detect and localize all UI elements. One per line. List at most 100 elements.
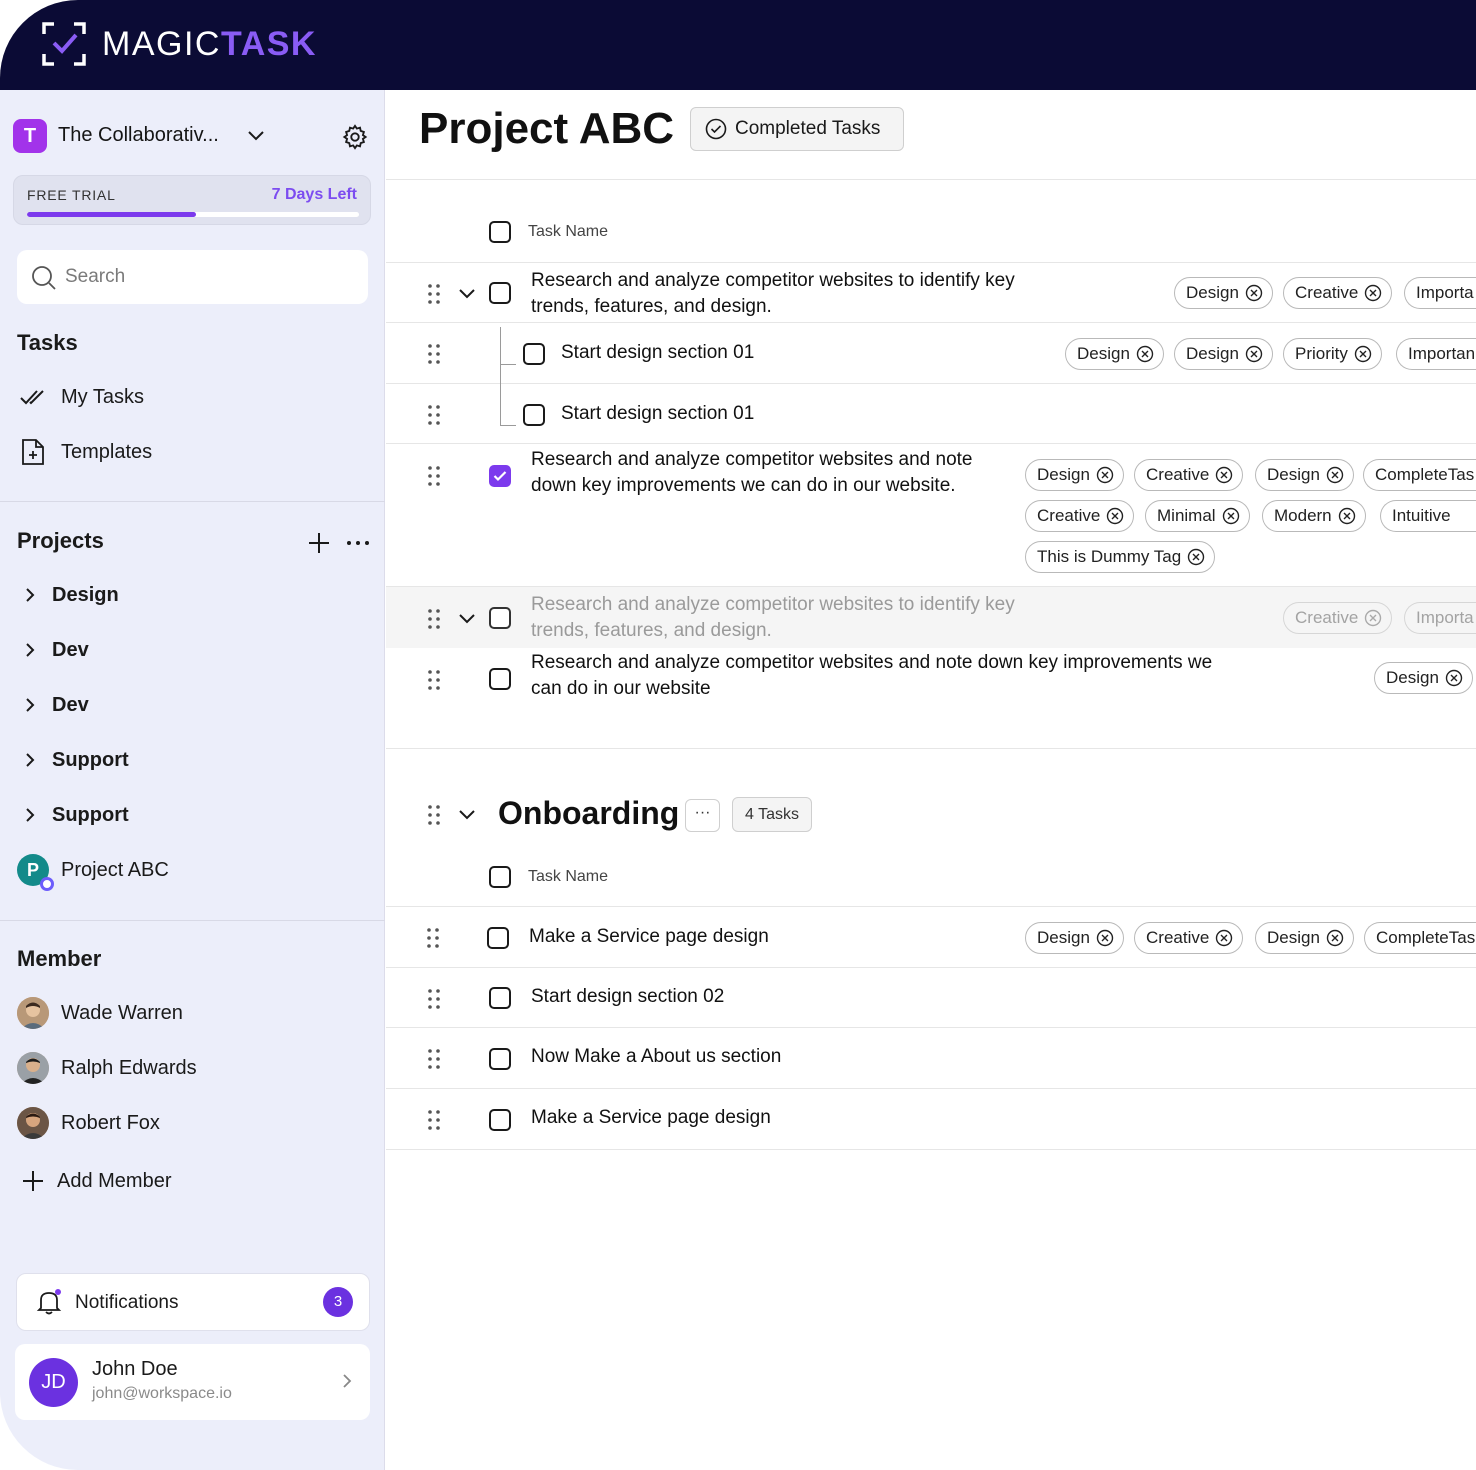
workspace-switcher[interactable]: T The Collaborativ...	[13, 118, 373, 158]
tag[interactable]: Creative	[1134, 922, 1244, 954]
x-circle-icon[interactable]	[1338, 507, 1356, 525]
sidebar-project-dev-2[interactable]: Dev	[17, 688, 89, 722]
x-circle-icon[interactable]	[1215, 466, 1233, 484]
task-checkbox[interactable]	[489, 607, 511, 629]
drag-handle-icon[interactable]	[427, 283, 441, 305]
subtask-row[interactable]: Start design section 01	[386, 384, 1476, 444]
task-title[interactable]: Make a Service page design	[529, 924, 769, 950]
subtask-checkbox[interactable]	[523, 404, 545, 426]
tag[interactable]: Creative	[1025, 500, 1135, 532]
task-title[interactable]: Start design section 02	[531, 984, 724, 1010]
x-circle-icon[interactable]	[1364, 284, 1382, 302]
tag[interactable]: Design	[1255, 459, 1354, 491]
task-checkbox[interactable]	[489, 1048, 511, 1070]
task-checkbox[interactable]	[489, 987, 511, 1009]
more-horizontal-icon[interactable]	[346, 539, 370, 547]
subtask-row[interactable]: Start design section 01 Design Design Pr…	[386, 323, 1476, 384]
task-row-dragging[interactable]: Research and analyze competitor websites…	[386, 587, 1476, 648]
chevron-down-icon[interactable]	[458, 288, 476, 300]
x-circle-icon[interactable]	[1096, 466, 1114, 484]
tag[interactable]: Design	[1025, 922, 1124, 954]
tag[interactable]: Creative	[1283, 277, 1393, 309]
tag[interactable]: Design	[1065, 338, 1164, 370]
tag[interactable]: Design	[1174, 277, 1273, 309]
tag[interactable]: Creative	[1283, 602, 1393, 634]
task-checkbox[interactable]	[489, 282, 511, 304]
user-profile-card[interactable]: JD John Doe john@workspace.io	[15, 1344, 370, 1420]
tag[interactable]: Design	[1174, 338, 1273, 370]
tag[interactable]: CompleteTas	[1363, 459, 1476, 491]
drag-handle-icon[interactable]	[426, 927, 440, 949]
trial-days-left[interactable]: 7 Days Left	[272, 186, 357, 204]
sidebar-project-dev[interactable]: Dev	[17, 633, 89, 667]
x-circle-icon[interactable]	[1106, 507, 1124, 525]
gear-icon[interactable]	[341, 123, 369, 151]
member-item[interactable]: Robert Fox	[17, 1106, 160, 1140]
sidebar-item-my-tasks[interactable]: My Tasks	[17, 380, 144, 414]
tag[interactable]: CompleteTas	[1364, 922, 1476, 954]
sidebar-project-abc[interactable]: P Project ABC	[17, 852, 169, 891]
chevron-down-icon[interactable]	[458, 809, 476, 821]
tag[interactable]: Design	[1025, 459, 1124, 491]
task-checkbox[interactable]	[489, 1109, 511, 1131]
member-item[interactable]: Ralph Edwards	[17, 1051, 197, 1085]
task-title[interactable]: Research and analyze competitor websites…	[531, 592, 1015, 644]
task-title[interactable]: Start design section 01	[561, 340, 754, 366]
drag-handle-icon[interactable]	[427, 669, 441, 691]
task-row[interactable]: Make a Service page design	[386, 1089, 1476, 1150]
tag[interactable]: Importa	[1404, 277, 1476, 309]
notifications-button[interactable]: Notifications 3	[16, 1273, 370, 1331]
chevron-down-icon[interactable]	[246, 126, 266, 146]
drag-handle-icon[interactable]	[427, 1109, 441, 1131]
tag[interactable]: Modern	[1262, 500, 1366, 532]
x-circle-icon[interactable]	[1354, 345, 1372, 363]
drag-handle-icon[interactable]	[427, 608, 441, 630]
tag[interactable]: Design	[1374, 662, 1473, 694]
task-title[interactable]: Now Make a About us section	[531, 1044, 781, 1070]
drag-handle-icon[interactable]	[427, 804, 441, 826]
task-checkbox[interactable]	[489, 668, 511, 690]
x-circle-icon[interactable]	[1326, 466, 1344, 484]
member-item[interactable]: Wade Warren	[17, 996, 183, 1030]
sidebar-project-design[interactable]: Design	[17, 578, 119, 612]
add-member-button[interactable]: Add Member	[17, 1164, 172, 1198]
x-circle-icon[interactable]	[1136, 345, 1154, 363]
drag-handle-icon[interactable]	[427, 1048, 441, 1070]
x-circle-icon[interactable]	[1445, 669, 1463, 687]
sidebar-project-support-2[interactable]: Support	[17, 798, 129, 832]
chevron-down-icon[interactable]	[458, 613, 476, 625]
search-input[interactable]	[65, 262, 355, 292]
task-row[interactable]: Make a Service page design Design Creati…	[386, 907, 1476, 968]
task-checkbox-checked[interactable]	[489, 465, 511, 487]
tag[interactable]: Importa	[1404, 602, 1476, 634]
tag[interactable]: Importan	[1396, 338, 1476, 370]
drag-handle-icon[interactable]	[427, 343, 441, 365]
section-more-button[interactable]: ···	[685, 799, 720, 832]
subtask-checkbox[interactable]	[523, 343, 545, 365]
x-circle-icon[interactable]	[1326, 929, 1344, 947]
x-circle-icon[interactable]	[1222, 507, 1240, 525]
plus-icon[interactable]	[308, 532, 330, 554]
task-title[interactable]: Research and analyze competitor websites…	[531, 268, 1015, 320]
section-title-onboarding[interactable]: Onboarding	[498, 795, 679, 832]
tag[interactable]: Minimal	[1145, 500, 1250, 532]
x-circle-icon[interactable]	[1245, 345, 1263, 363]
task-title[interactable]: Start design section 01	[561, 401, 754, 427]
x-circle-icon[interactable]	[1245, 284, 1263, 302]
x-circle-icon[interactable]	[1187, 548, 1205, 566]
task-title[interactable]: Research and analyze competitor websites…	[531, 650, 1212, 702]
task-row[interactable]: Research and analyze competitor websites…	[386, 444, 1476, 587]
tag[interactable]: Intuitive	[1380, 500, 1476, 532]
task-row[interactable]: Now Make a About us section	[386, 1028, 1476, 1089]
sidebar-project-support[interactable]: Support	[17, 743, 129, 777]
task-row[interactable]: Start design section 02	[386, 968, 1476, 1028]
drag-handle-icon[interactable]	[427, 988, 441, 1010]
drag-handle-icon[interactable]	[427, 465, 441, 487]
x-circle-icon[interactable]	[1215, 929, 1233, 947]
sidebar-item-templates[interactable]: Templates	[17, 435, 152, 469]
tag[interactable]: Creative	[1134, 459, 1244, 491]
task-row[interactable]: Research and analyze competitor websites…	[386, 263, 1476, 323]
task-title[interactable]: Research and analyze competitor websites…	[531, 447, 972, 499]
tag[interactable]: Priority	[1283, 338, 1382, 370]
select-all-checkbox[interactable]	[489, 866, 511, 888]
